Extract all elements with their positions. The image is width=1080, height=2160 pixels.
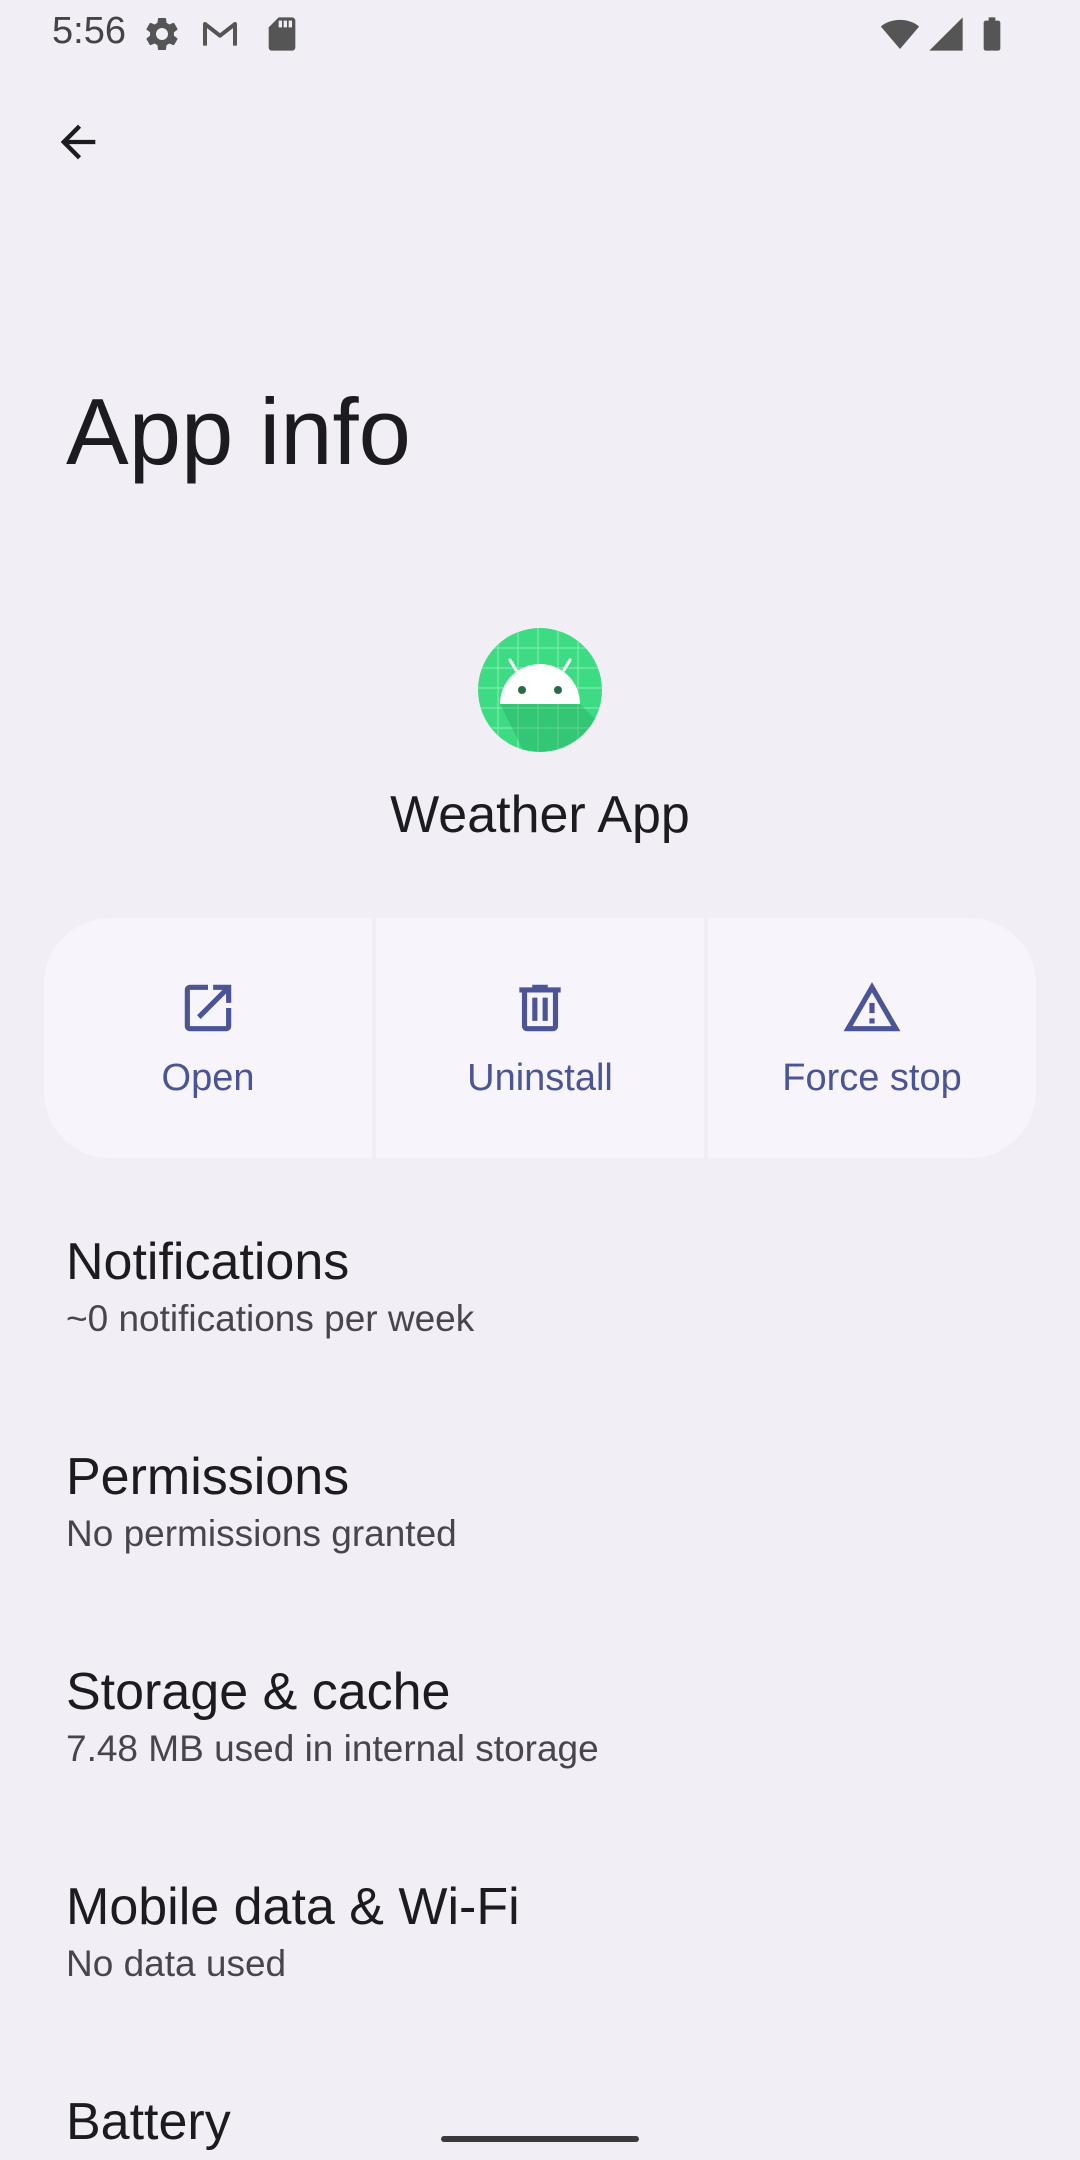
battery-title: Battery	[66, 2093, 231, 2151]
open-external-icon	[184, 984, 232, 1031]
open-button[interactable]: Open	[44, 918, 372, 1158]
gmail-icon	[203, 22, 237, 46]
storage-cache-title: Storage & cache	[66, 1663, 451, 1721]
mobile-data-wifi-summary: No data used	[66, 1943, 287, 1984]
battery-item[interactable]: Battery	[66, 2092, 1016, 2152]
app-name: Weather App	[390, 786, 690, 844]
storage-cache-item[interactable]: Storage & cache 7.48 MB used in internal…	[66, 1662, 1016, 1772]
status-bar: 5:56	[0, 0, 1080, 66]
mobile-data-wifi-item[interactable]: Mobile data & Wi-Fi No data used	[66, 1877, 1016, 1987]
settings-icon	[146, 17, 178, 50]
navigation-handle[interactable]	[441, 2136, 639, 2142]
open-label: Open	[161, 1056, 255, 1099]
arrow-back-icon	[60, 124, 96, 160]
notifications-summary: ~0 notifications per week	[66, 1298, 475, 1339]
trash-icon	[519, 984, 561, 1031]
notifications-title: Notifications	[66, 1233, 350, 1291]
status-time: 5:56	[52, 10, 126, 52]
wifi-icon	[880, 19, 920, 49]
page-title: App info	[66, 379, 411, 484]
sd-card-icon	[268, 17, 296, 51]
mobile-data-wifi-title: Mobile data & Wi-Fi	[66, 1878, 520, 1936]
app-actions: Open Uninstall Force stop	[44, 918, 1036, 1158]
battery-icon	[983, 17, 1001, 51]
permissions-title: Permissions	[66, 1448, 350, 1506]
warning-icon	[843, 981, 901, 1031]
force-stop-button[interactable]: Force stop	[708, 918, 1036, 1158]
storage-cache-summary: 7.48 MB used in internal storage	[66, 1728, 599, 1769]
permissions-summary: No permissions granted	[66, 1513, 457, 1554]
permissions-item[interactable]: Permissions No permissions granted	[66, 1447, 1016, 1557]
uninstall-button[interactable]: Uninstall	[376, 918, 704, 1158]
notifications-item[interactable]: Notifications ~0 notifications per week	[66, 1232, 1016, 1342]
back-button[interactable]	[44, 108, 112, 176]
android-app-icon	[478, 628, 602, 752]
uninstall-label: Uninstall	[467, 1056, 613, 1099]
force-stop-label: Force stop	[782, 1056, 962, 1099]
cell-signal-icon	[929, 17, 963, 51]
